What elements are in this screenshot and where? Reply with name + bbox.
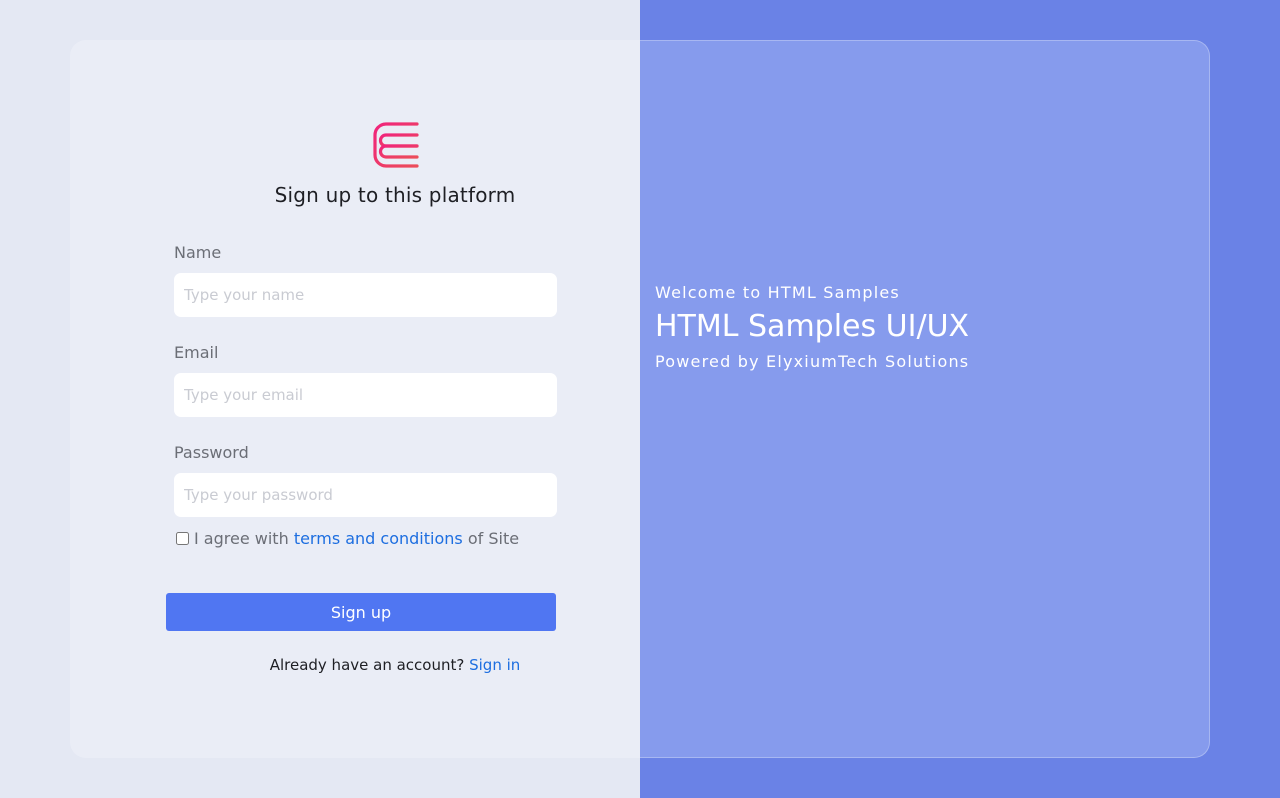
agree-suffix: of Site — [467, 529, 520, 548]
terms-link[interactable]: terms and conditions — [294, 529, 463, 548]
name-field[interactable] — [174, 273, 557, 317]
name-label: Name — [174, 243, 222, 262]
powered-by-text: Powered by ElyxiumTech Solutions — [655, 352, 970, 371]
email-label: Email — [174, 343, 219, 362]
signup-button[interactable]: Sign up — [166, 593, 556, 631]
page-title: Sign up to this platform — [274, 183, 516, 207]
welcome-text: Welcome to HTML Samples — [655, 283, 900, 302]
signin-prompt: Already have an account? Sign in — [70, 656, 720, 674]
terms-agreement: I agree with terms and conditions of Sit… — [176, 529, 519, 548]
signin-link[interactable]: Sign in — [469, 656, 520, 674]
hero-title: HTML Samples UI/UX — [655, 309, 970, 344]
already-text: Already have an account? — [269, 656, 465, 674]
agree-prefix: I agree with — [194, 529, 289, 548]
password-label: Password — [174, 443, 249, 462]
welcome-panel — [640, 40, 1210, 758]
password-field[interactable] — [174, 473, 557, 517]
email-field[interactable] — [174, 373, 557, 417]
elyxium-logo-icon — [373, 122, 419, 168]
terms-checkbox[interactable] — [176, 532, 189, 545]
